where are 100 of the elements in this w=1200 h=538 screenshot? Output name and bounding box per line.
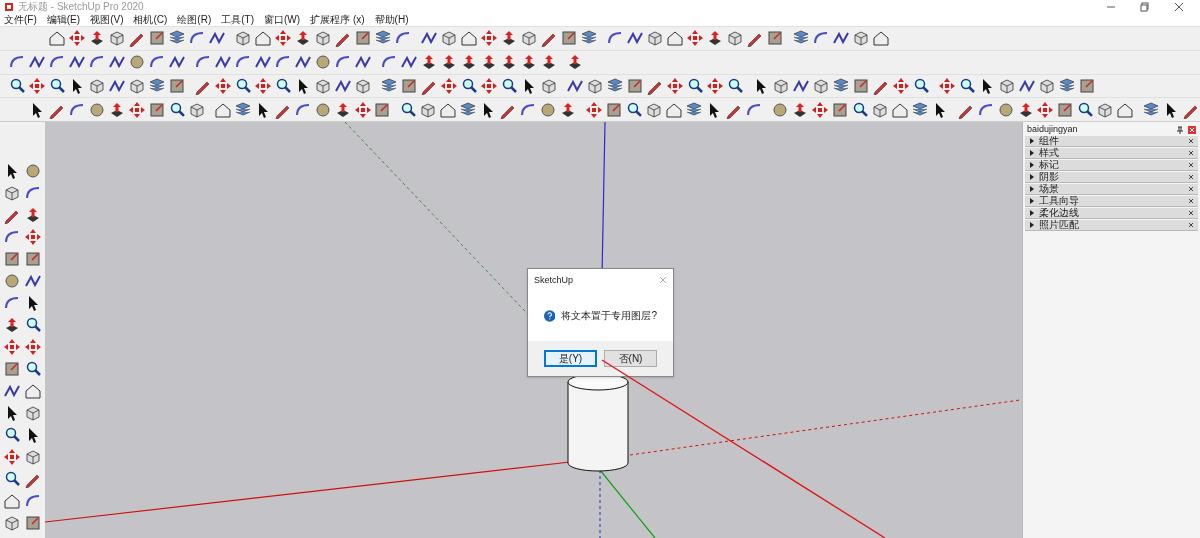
circle-icon[interactable] (770, 100, 789, 119)
magnifier-icon[interactable] (274, 76, 292, 95)
menu-item[interactable]: 窗口(W) (264, 15, 301, 25)
cube-icon[interactable] (726, 29, 744, 48)
box-icon[interactable] (560, 29, 578, 48)
box-icon[interactable] (3, 360, 21, 378)
cube-icon[interactable] (314, 29, 332, 48)
magnifier-icon[interactable] (24, 316, 42, 334)
circle-icon[interactable] (3, 272, 21, 290)
box-icon[interactable] (373, 100, 392, 119)
magnifier-icon[interactable] (3, 470, 21, 488)
box-icon[interactable] (354, 29, 372, 48)
tray-panel-header[interactable]: 照片匹配 (1025, 220, 1198, 231)
close-icon[interactable] (1188, 198, 1194, 204)
house-icon[interactable] (3, 492, 21, 510)
arrows-icon[interactable] (214, 76, 232, 95)
circle-icon[interactable] (996, 100, 1015, 119)
box-icon[interactable] (830, 100, 849, 119)
box-icon[interactable] (168, 76, 186, 95)
magnifier-icon[interactable] (500, 76, 518, 95)
magnifier-icon[interactable] (726, 76, 744, 95)
arrows-icon[interactable] (3, 338, 21, 356)
house-icon[interactable] (460, 29, 478, 48)
arrows-icon[interactable] (706, 76, 724, 95)
arrows-icon[interactable] (353, 100, 372, 119)
arrows-icon[interactable] (254, 76, 272, 95)
arrows-icon[interactable] (24, 338, 42, 356)
menu-item[interactable]: 工具(T) (221, 15, 255, 25)
house-icon[interactable] (872, 29, 890, 48)
box-icon[interactable] (24, 514, 42, 532)
close-icon[interactable] (1188, 162, 1194, 168)
house-icon[interactable] (254, 29, 272, 48)
arrows-icon[interactable] (28, 76, 46, 95)
tray-panel-header[interactable]: 工具向导 (1025, 196, 1198, 207)
collapsed-triangle-icon[interactable] (1029, 222, 1035, 228)
arrows-icon[interactable] (68, 29, 86, 48)
close-icon[interactable] (1188, 138, 1194, 144)
box-icon[interactable] (400, 76, 418, 95)
house-icon[interactable] (48, 29, 66, 48)
tray-panel-header[interactable]: 标记 (1025, 160, 1198, 171)
magnifier-icon[interactable] (24, 360, 42, 378)
menu-item[interactable]: 编辑(E) (46, 15, 81, 25)
box-icon[interactable] (24, 250, 42, 268)
magnifier-icon[interactable] (1076, 100, 1095, 119)
magnifier-icon[interactable] (686, 76, 704, 95)
magnifier-icon[interactable] (625, 100, 644, 119)
cube-icon[interactable] (3, 514, 21, 532)
close-icon[interactable] (1188, 210, 1194, 216)
arrows-icon[interactable] (938, 76, 956, 95)
collapsed-triangle-icon[interactable] (1029, 210, 1035, 216)
circle-icon[interactable] (24, 162, 42, 180)
cube-icon[interactable] (24, 404, 42, 422)
cube-icon[interactable] (24, 448, 42, 466)
arrows-icon[interactable] (480, 29, 498, 48)
cube-icon[interactable] (108, 29, 126, 48)
box-icon[interactable] (605, 100, 624, 119)
arrows-icon[interactable] (686, 29, 704, 48)
collapsed-triangle-icon[interactable] (1029, 186, 1035, 192)
close-icon[interactable] (1174, 2, 1184, 12)
arrows-icon[interactable] (127, 100, 146, 119)
menu-item[interactable]: 视图(V) (90, 15, 124, 25)
close-icon[interactable] (1188, 150, 1194, 156)
magnifier-icon[interactable] (958, 76, 976, 95)
box-icon[interactable] (147, 100, 166, 119)
tray-panel-header[interactable]: 阴影 (1025, 172, 1198, 183)
circle-icon[interactable] (314, 53, 332, 72)
menu-item[interactable]: 扩展程序 (x) (310, 15, 365, 25)
magnifier-icon[interactable] (912, 76, 930, 95)
box-icon[interactable] (766, 29, 784, 48)
arrows-icon[interactable] (1036, 100, 1055, 119)
close-icon[interactable] (1188, 186, 1194, 192)
magnifier-icon[interactable] (3, 426, 21, 444)
collapsed-triangle-icon[interactable] (1029, 162, 1035, 168)
arrows-icon[interactable] (24, 228, 42, 246)
box-icon[interactable] (1078, 76, 1096, 95)
circle-icon[interactable] (313, 100, 332, 119)
arrows-icon[interactable] (440, 76, 458, 95)
arrows-icon[interactable] (810, 100, 829, 119)
house-icon[interactable] (666, 29, 684, 48)
house-icon[interactable] (24, 382, 42, 400)
cube-icon[interactable] (852, 29, 870, 48)
tray-panel-header[interactable]: 组件 (1025, 136, 1198, 147)
circle-icon[interactable] (539, 100, 558, 119)
dialog-button[interactable]: 是(Y) (544, 350, 597, 367)
box-icon[interactable] (852, 76, 870, 95)
arrows-icon[interactable] (274, 29, 292, 48)
cube-icon[interactable] (440, 29, 458, 48)
tray-panel-header[interactable]: 柔化边线 (1025, 208, 1198, 219)
arrows-icon[interactable] (3, 448, 21, 466)
magnifier-icon[interactable] (48, 76, 66, 95)
close-icon[interactable] (1188, 174, 1194, 180)
cube-icon[interactable] (520, 29, 538, 48)
tray-panel-header[interactable]: 场景 (1025, 184, 1198, 195)
magnifier-icon[interactable] (234, 76, 252, 95)
tray-panel-header[interactable]: 样式 (1025, 148, 1198, 159)
close-icon[interactable] (1188, 125, 1196, 134)
dialog-button[interactable]: 否(N) (604, 350, 657, 367)
menu-item[interactable]: 绘图(R) (177, 15, 212, 25)
box-icon[interactable] (1056, 100, 1075, 119)
close-icon[interactable] (1188, 222, 1194, 228)
